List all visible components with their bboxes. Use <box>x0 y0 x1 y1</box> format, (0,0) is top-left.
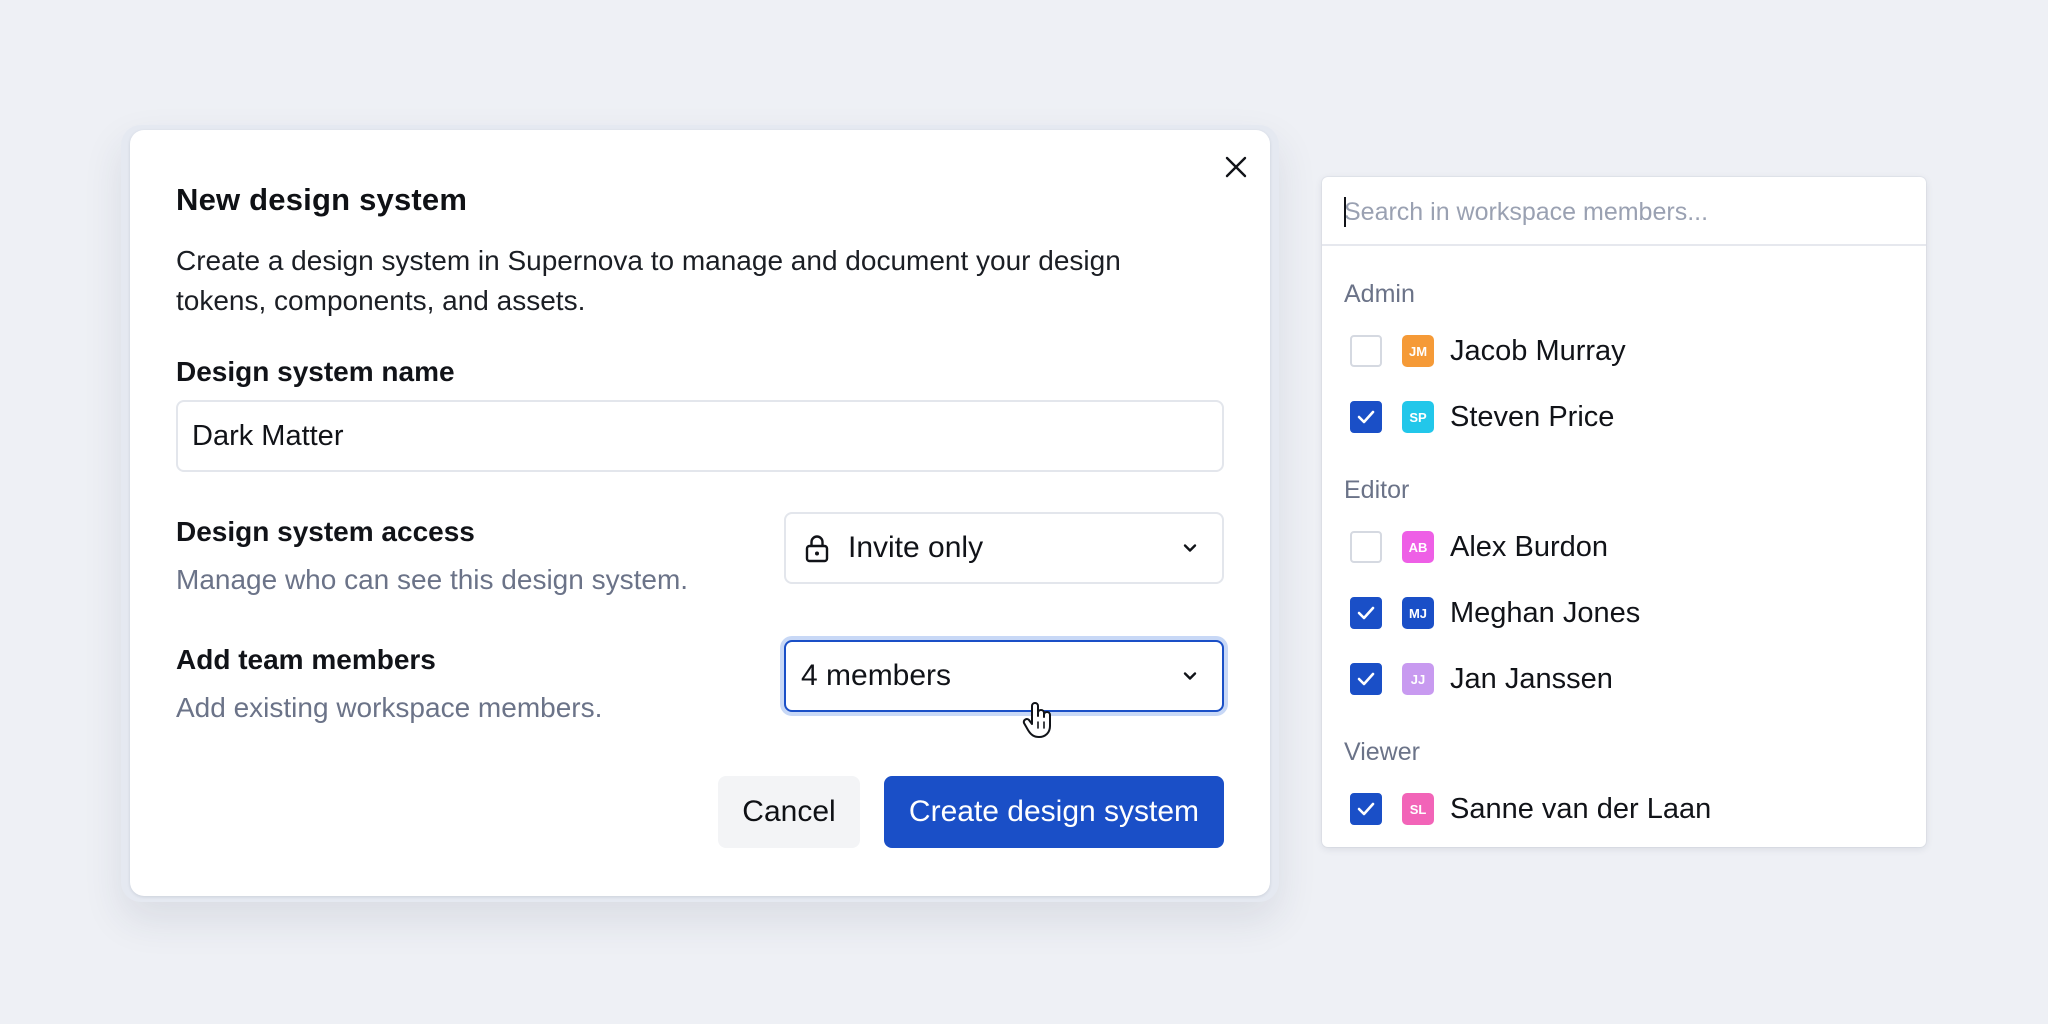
member-checkbox[interactable] <box>1350 597 1382 629</box>
chevron-down-icon <box>1182 543 1198 553</box>
check-icon <box>1357 802 1375 816</box>
access-select-value: Invite only <box>848 531 984 564</box>
member-name: Steven Price <box>1450 400 1615 433</box>
avatar: JM <box>1402 335 1434 367</box>
avatar: JJ <box>1402 663 1434 695</box>
member-row-sanne-van-der-laan[interactable]: SL Sanne van der Laan <box>1344 783 1904 835</box>
member-row-alex-burdon[interactable]: AB Alex Burdon <box>1344 521 1904 573</box>
design-system-name-label: Design system name <box>176 356 455 387</box>
dialog-title: New design system <box>176 182 468 217</box>
member-name: Sanne van der Laan <box>1450 792 1712 825</box>
create-design-system-button[interactable]: Create design system <box>884 776 1224 848</box>
dialog-description: Create a design system in Supernova to m… <box>176 245 1121 316</box>
check-icon <box>1357 606 1375 620</box>
member-checkbox[interactable] <box>1350 531 1382 563</box>
member-row-jan-janssen[interactable]: JJ Jan Janssen <box>1344 653 1904 705</box>
close-icon <box>1225 156 1247 178</box>
member-name: Alex Burdon <box>1450 530 1608 563</box>
lock-icon <box>804 533 830 563</box>
access-label: Design system access <box>176 516 475 547</box>
text-cursor <box>1344 197 1346 227</box>
access-select[interactable]: Invite only <box>784 512 1224 584</box>
cancel-button[interactable]: Cancel <box>718 776 860 848</box>
member-checkbox[interactable] <box>1350 663 1382 695</box>
member-checkbox[interactable] <box>1350 793 1382 825</box>
check-icon <box>1357 672 1375 686</box>
member-checkbox[interactable] <box>1350 335 1382 367</box>
avatar: AB <box>1402 531 1434 563</box>
team-members-help-text: Add existing workspace members. <box>176 692 603 723</box>
team-members-select-value: 4 members <box>801 659 952 692</box>
member-search-input[interactable] <box>1322 180 1926 246</box>
group-label-viewer: Viewer <box>1344 738 1420 766</box>
chevron-down-icon <box>1182 671 1198 681</box>
close-button[interactable] <box>1215 146 1257 188</box>
member-row-jacob-murray[interactable]: JM Jacob Murray <box>1344 325 1904 377</box>
group-label-editor: Editor <box>1344 476 1410 504</box>
member-row-meghan-jones[interactable]: MJ Meghan Jones <box>1344 587 1904 639</box>
team-members-label: Add team members <box>176 644 436 675</box>
avatar: SL <box>1402 793 1434 825</box>
check-icon <box>1357 410 1375 424</box>
hand-pointer-icon <box>1022 700 1056 745</box>
access-help-text: Manage who can see this design system. <box>176 564 689 595</box>
avatar: MJ <box>1402 597 1434 629</box>
team-members-select[interactable]: 4 members <box>784 640 1224 712</box>
member-name: Jan Janssen <box>1450 662 1613 695</box>
avatar: SP <box>1402 401 1434 433</box>
member-checkbox[interactable] <box>1350 401 1382 433</box>
group-label-admin: Admin <box>1344 280 1415 308</box>
member-row-steven-price[interactable]: SP Steven Price <box>1344 391 1904 443</box>
member-name: Meghan Jones <box>1450 596 1641 629</box>
member-name: Jacob Murray <box>1450 334 1626 367</box>
design-system-name-input[interactable] <box>176 400 1224 472</box>
